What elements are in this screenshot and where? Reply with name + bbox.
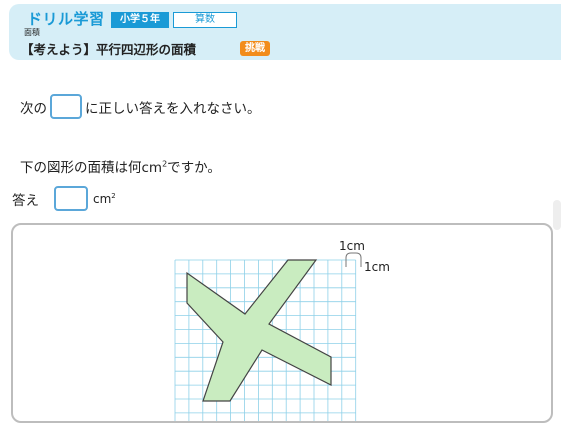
scale-label-horizontal: 1cm (339, 239, 365, 253)
question-tail: ですか。 (167, 160, 221, 176)
figure-svg: 1cm 1cm (174, 239, 390, 442)
challenge-badge: 挑戦 (240, 41, 270, 56)
answer-unit-text: cm (93, 191, 112, 206)
grade-badge: 小学５年 (111, 12, 169, 28)
instruction-before: 次の (20, 100, 47, 117)
unit-name: 面積 (24, 28, 40, 37)
instruction-after: に正しい答えを入れなさい。 (85, 100, 261, 117)
answer-input[interactable] (54, 186, 88, 211)
question-unit: cm (141, 160, 163, 176)
blank-box-icon (50, 94, 82, 119)
scrollbar-thumb[interactable] (553, 200, 561, 230)
scale-label-vertical: 1cm (364, 260, 390, 274)
x-shape-figure (186, 259, 332, 402)
header-bar: ドリル学習 小学５年 算数 面積 【考えよう】平行四辺形の面積 挑戦 (9, 4, 561, 60)
question-text: 下の図形の面積は何cm2ですか。 (20, 156, 221, 177)
answer-label: 答え (12, 192, 39, 209)
answer-row: 答え cm2 (12, 186, 116, 211)
answer-unit-exp: 2 (111, 191, 116, 200)
subject-badge: 算数 (173, 12, 237, 28)
answer-unit: cm2 (93, 192, 116, 206)
question-body: 下の図形の面積は何 (20, 160, 142, 176)
app-title: ドリル学習 (27, 10, 105, 28)
figure-panel: 1cm 1cm (11, 223, 553, 442)
lesson-title: 【考えよう】平行四辺形の面積 (21, 42, 197, 57)
instruction-text: 次の に正しい答えを入れなさい。 (20, 94, 261, 119)
